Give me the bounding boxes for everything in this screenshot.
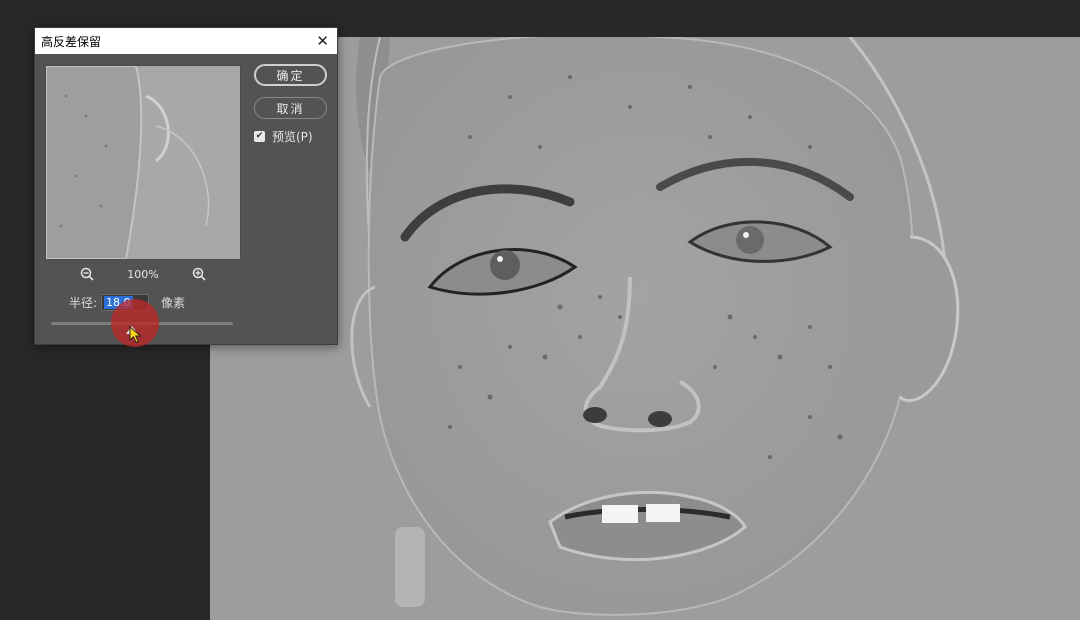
preview-image [46, 66, 240, 259]
preview-label: 预览(P) [272, 130, 313, 144]
preview-checkbox[interactable]: ✔ 预览(P) [254, 128, 313, 145]
document-canvas[interactable] [210, 37, 1080, 620]
close-icon[interactable]: ✕ [316, 33, 329, 49]
ok-button[interactable]: 确定 [254, 64, 327, 86]
high-pass-portrait [210, 37, 1080, 620]
unit-label: 像素 [161, 295, 186, 310]
zoom-level: 100% [127, 267, 159, 281]
dialog-titlebar[interactable]: 高反差保留 ✕ [35, 28, 337, 54]
radius-label: 半径: [69, 295, 98, 310]
zoom-out-icon[interactable] [79, 266, 95, 282]
check-icon[interactable]: ✔ [254, 131, 265, 142]
dialog-title: 高反差保留 [41, 34, 102, 49]
high-pass-dialog: 高反差保留 ✕ 100% 半径: 18.0 像素 确定 取消 ✔ 预览(P) [34, 27, 338, 347]
cancel-button[interactable]: 取消 [254, 97, 327, 119]
zoom-controls: 100% [79, 265, 207, 283]
pointer-cursor [129, 326, 142, 344]
zoom-in-icon[interactable] [191, 266, 207, 282]
filter-preview[interactable] [45, 65, 241, 260]
